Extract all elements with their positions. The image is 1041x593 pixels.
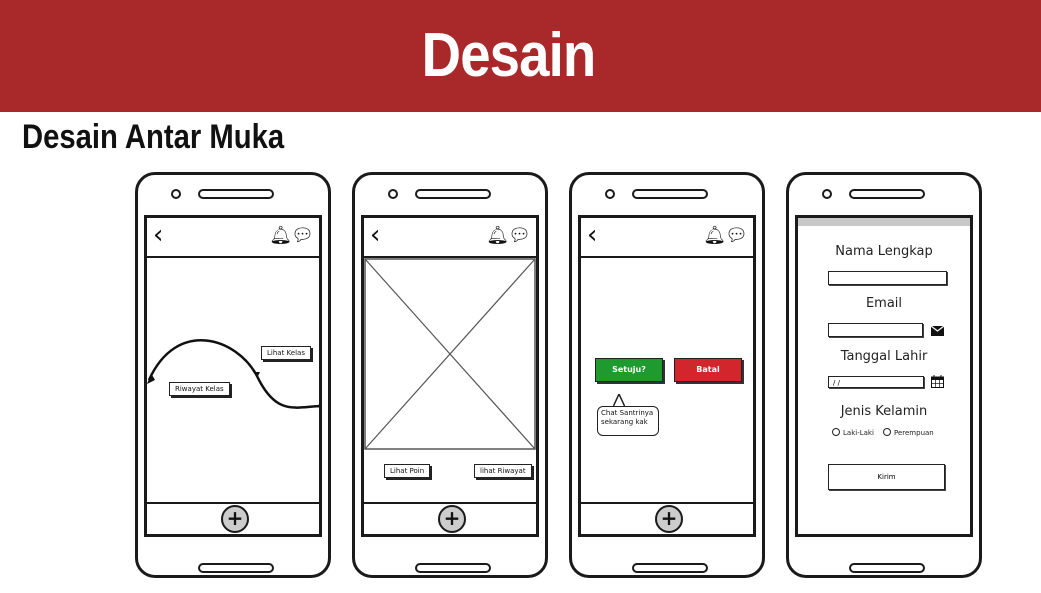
phone-mockup-3: ‹ 🔔︎💬︎ Setuju? Batal Chat Santrinya seka… — [569, 172, 765, 578]
image-placeholder — [364, 258, 536, 450]
bell-icon[interactable]: 🔔︎ — [486, 225, 509, 246]
radio-laki-laki-label: Laki-Laki — [843, 429, 874, 437]
app-bar: ‹ 🔔︎💬︎ — [581, 218, 753, 258]
tanggal-lahir-label: Tanggal Lahir — [840, 349, 928, 364]
camera-icon — [388, 189, 398, 199]
bell-icon[interactable]: 🔔︎ — [703, 225, 726, 246]
bottom-bar: + — [147, 502, 319, 534]
speaker-slot — [415, 189, 491, 199]
calendar-icon[interactable] — [931, 375, 944, 388]
phone-mockup-4: Nama Lengkap Email Tanggal Lahir / / Jen… — [786, 172, 982, 578]
camera-icon — [171, 189, 181, 199]
setuju-button[interactable]: Setuju? — [595, 358, 663, 382]
add-button[interactable]: + — [655, 505, 683, 533]
camera-icon — [605, 189, 615, 199]
home-bar — [632, 563, 708, 573]
lihat-kelas-button[interactable]: Lihat Kelas — [261, 346, 311, 360]
phone-screen-3: ‹ 🔔︎💬︎ Setuju? Batal Chat Santrinya seka… — [578, 215, 756, 537]
home-bar — [849, 563, 925, 573]
lihat-poin-button[interactable]: Lihat Poin — [384, 464, 431, 478]
app-bar-icons: 🔔︎💬︎ — [703, 225, 748, 246]
email-label: Email — [865, 296, 903, 311]
batal-button[interactable]: Batal — [674, 358, 742, 382]
jenis-kelamin-label: Jenis Kelamin — [840, 404, 928, 419]
radio-circle-icon — [832, 428, 840, 436]
phone-screen-4: Nama Lengkap Email Tanggal Lahir / / Jen… — [795, 215, 973, 537]
tanggal-lahir-input[interactable]: / / — [828, 376, 924, 388]
add-button[interactable]: + — [221, 505, 249, 533]
nama-lengkap-label: Nama Lengkap — [835, 244, 933, 259]
riwayat-kelas-button[interactable]: Riwayat Kelas — [169, 382, 230, 396]
back-chevron-icon[interactable]: ‹ — [370, 220, 380, 250]
mail-icon — [931, 326, 944, 336]
chat-icon[interactable]: 💬︎ — [508, 225, 531, 246]
lihat-riwayat-button[interactable]: lihat Riwayat — [474, 464, 532, 478]
phone-screen-1: ‹ 🔔︎💬︎ Lihat Kelas Riwayat Kelas + — [144, 215, 322, 537]
email-input[interactable] — [828, 323, 923, 337]
app-bar-icons: 🔔︎💬︎ — [486, 225, 531, 246]
speaker-slot — [849, 189, 925, 199]
section-subtitle: Desain Antar Muka — [22, 118, 285, 156]
status-bar — [798, 218, 970, 226]
home-bar — [415, 563, 491, 573]
phone-mockup-1: ‹ 🔔︎💬︎ Lihat Kelas Riwayat Kelas + — [135, 172, 331, 578]
title-banner: Desain — [0, 0, 1041, 112]
camera-icon — [822, 189, 832, 199]
home-bar — [198, 563, 274, 573]
chat-bubble: Chat Santrinya sekarang kak — [597, 406, 659, 436]
radio-perempuan[interactable]: Perempuan — [883, 428, 934, 437]
app-bar: ‹ 🔔︎💬︎ — [364, 218, 536, 258]
chat-icon[interactable]: 💬︎ — [725, 225, 748, 246]
back-chevron-icon[interactable]: ‹ — [587, 220, 597, 250]
page-title: Desain — [421, 21, 597, 90]
add-button[interactable]: + — [438, 505, 466, 533]
flow-curve — [147, 339, 319, 409]
bottom-bar: + — [364, 502, 536, 534]
speaker-slot — [198, 189, 274, 199]
phone-mockup-2: ‹ 🔔︎💬︎ Lihat Poin lihat Riwayat + — [352, 172, 548, 578]
bubble-tail — [613, 394, 625, 406]
phone-screen-2: ‹ 🔔︎💬︎ Lihat Poin lihat Riwayat + — [361, 215, 539, 537]
radio-perempuan-label: Perempuan — [894, 429, 934, 437]
nama-lengkap-input[interactable] — [828, 271, 947, 285]
kirim-button[interactable]: Kirim — [828, 464, 945, 490]
speaker-slot — [632, 189, 708, 199]
radio-laki-laki[interactable]: Laki-Laki — [832, 428, 874, 437]
radio-circle-icon — [883, 428, 891, 436]
bottom-bar: + — [581, 502, 753, 534]
